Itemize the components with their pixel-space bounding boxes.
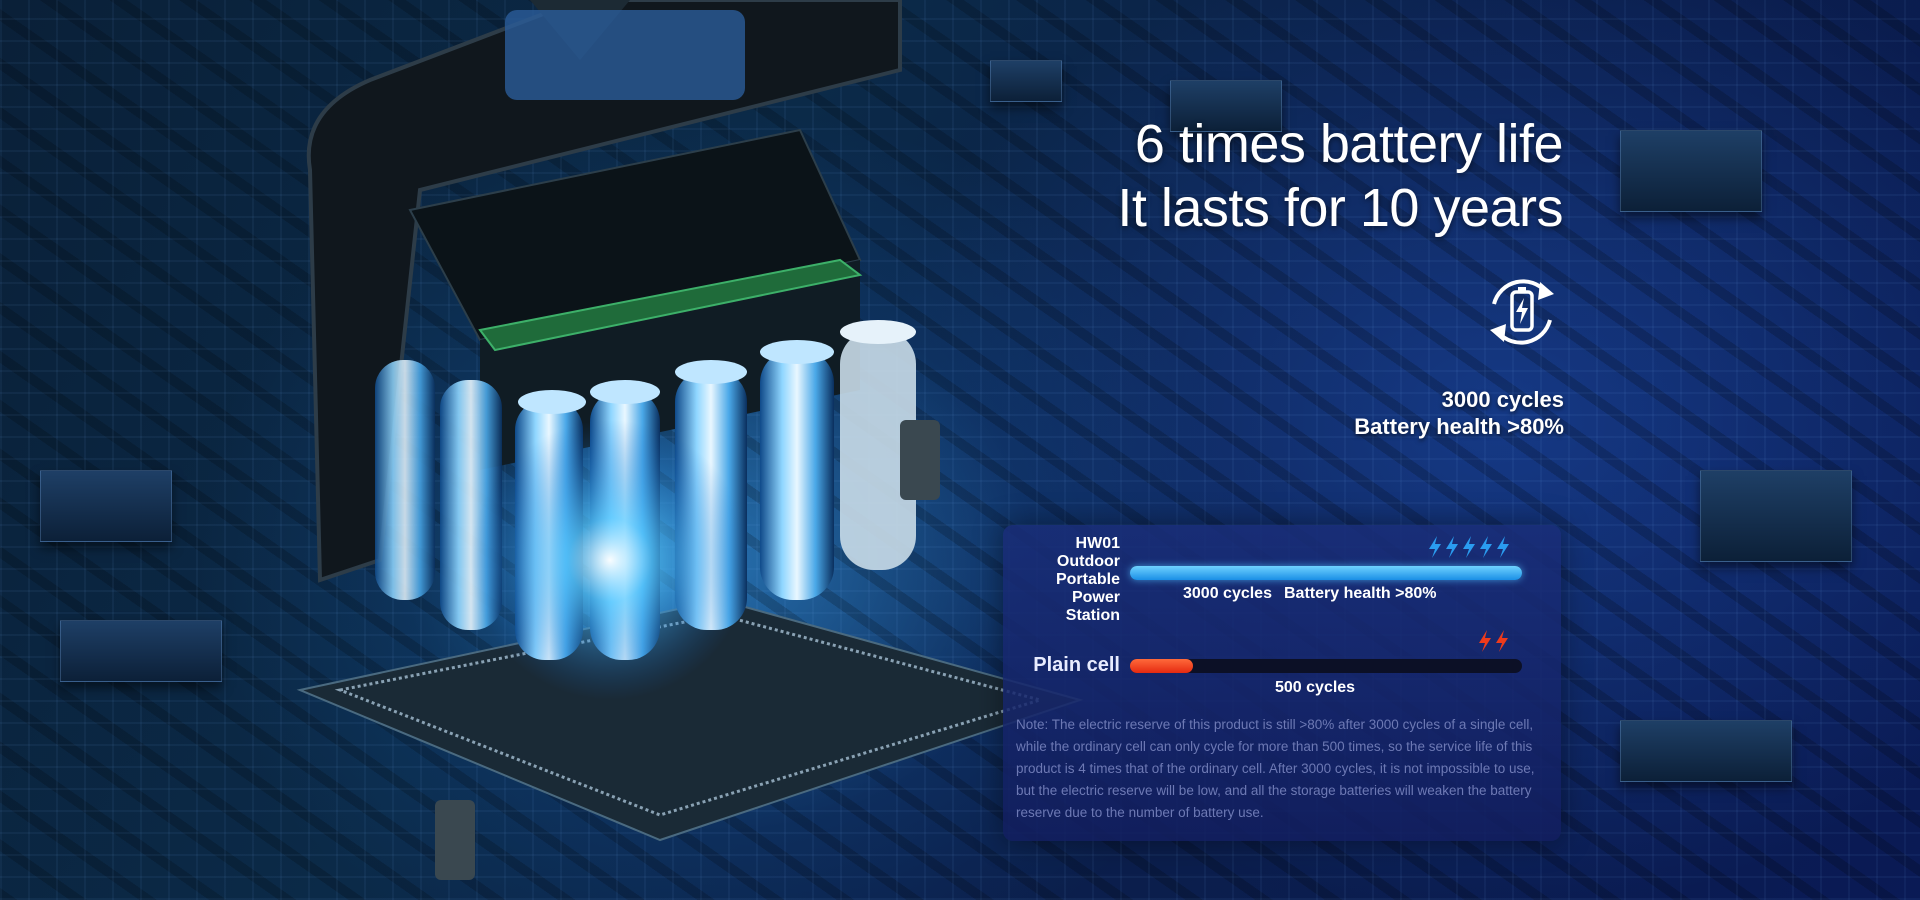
- circuit-chip: [40, 470, 172, 542]
- lightning-icon: [1497, 536, 1509, 558]
- hw01-label-line: Outdoor: [1056, 553, 1120, 570]
- hw01-label-line: Power: [1071, 589, 1120, 606]
- lightning-icon: [1463, 536, 1475, 558]
- lightning-icon: [1480, 536, 1492, 558]
- hw01-health: Battery health >80%: [1283, 585, 1437, 602]
- plain-cell-cycle-bar-fill: [1130, 659, 1193, 673]
- lightning-icon: [1446, 536, 1458, 558]
- lightning-icon: [1479, 630, 1491, 652]
- plain-cell-cycle-bar: [1130, 659, 1522, 673]
- hw01-cycle-bar: [1130, 566, 1522, 580]
- summary-health: Battery health >80%: [1354, 414, 1564, 439]
- lightning-icon: [1429, 536, 1441, 558]
- hw01-label-line: Portable: [1055, 571, 1120, 588]
- circuit-chip: [1700, 470, 1852, 562]
- circuit-chip: [1620, 130, 1762, 212]
- hw01-label-line: HW01: [1075, 535, 1120, 552]
- hw01-cycle-bar-fill: [1130, 566, 1522, 580]
- lightning-icon: [1496, 630, 1508, 652]
- headline-line-1: 6 times battery life: [1134, 114, 1564, 174]
- summary-stats: 3000 cycles Battery health >80%: [1354, 386, 1564, 440]
- hw01-lightning-icons: [1427, 536, 1511, 558]
- circuit-chip: [60, 620, 222, 682]
- footnote: Note: The electric reserve of this produ…: [1016, 717, 1535, 820]
- plain-cell-cycles: 500 cycles: [1275, 679, 1356, 696]
- hw01-label-line: Station: [1065, 607, 1120, 624]
- plain-cell-label: Plain cell: [1033, 654, 1120, 676]
- power-station-illustration: [296, 0, 1084, 880]
- headline: 6 times battery life It lasts for 10 yea…: [1117, 112, 1563, 240]
- circuit-chip: [1620, 720, 1792, 782]
- hw01-cycles: 3000 cycles: [1183, 585, 1272, 602]
- headline-line-2: It lasts for 10 years: [1117, 178, 1563, 238]
- battery-cycle-icon: [1490, 279, 1554, 345]
- plain-cell-lightning-icons: [1477, 630, 1510, 652]
- hw01-label: HW01 Outdoor Portable Power Station: [1003, 535, 1120, 625]
- hw01-bar-caption: 3000 cycles Battery health >80%: [1183, 585, 1449, 603]
- summary-cycles: 3000 cycles: [1441, 387, 1564, 412]
